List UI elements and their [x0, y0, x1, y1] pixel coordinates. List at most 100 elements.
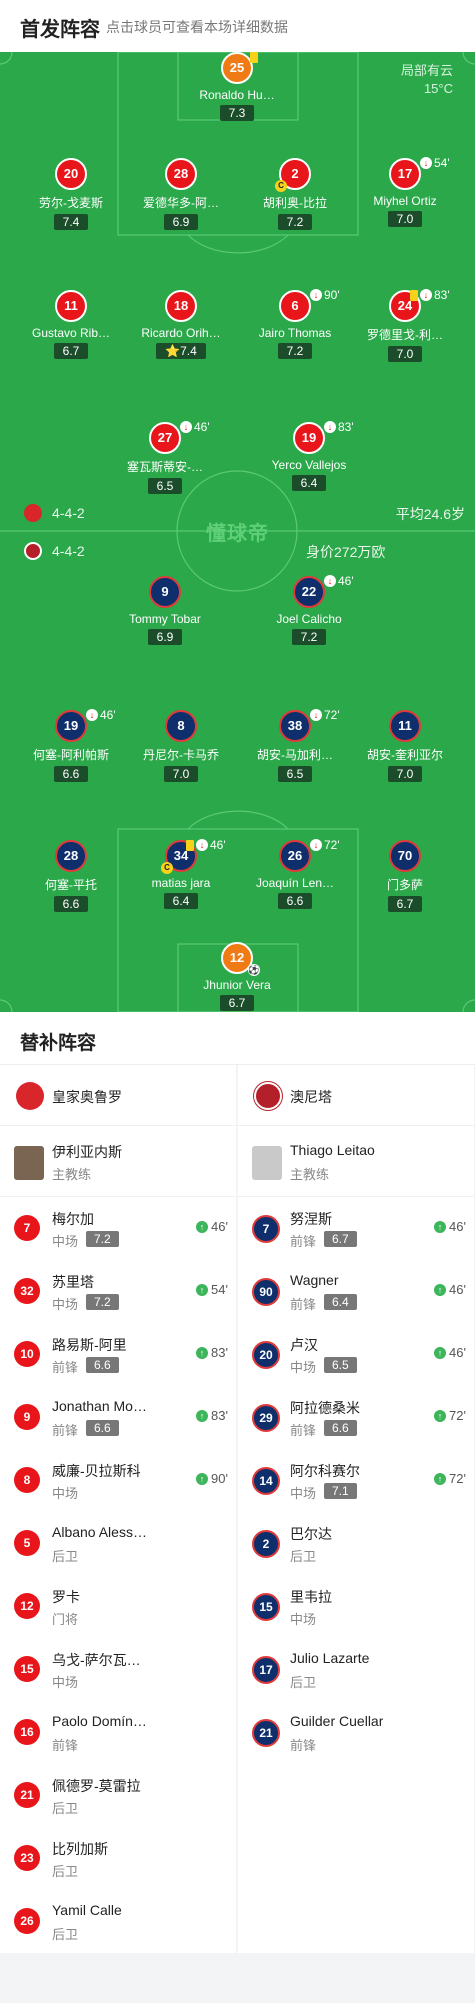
sub-in-icon: ↑ [434, 1283, 447, 1296]
player-number-badge: 17 [252, 1656, 280, 1684]
home-player-17[interactable]: 17 ↓ 54' Miyhel Ortiz 7.0 [350, 156, 460, 228]
home-player-18[interactable]: 18 Ricardo Orih… ⭐7.4 [126, 290, 236, 360]
player-number-badge: 21 [252, 1719, 280, 1747]
away-player-22[interactable]: 22 ↓ 46' Joel Calicho 7.2 [254, 574, 364, 646]
sub-out-icon: ↓ [310, 839, 322, 851]
sub-out-icon: ↓ [324, 421, 336, 433]
home-player-19[interactable]: 19 ↓ 83' Yerco Vallejos 6.4 [254, 420, 364, 492]
home-player-28[interactable]: 28 爱德华多-阿… 6.9 [126, 158, 236, 231]
home-player-24[interactable]: 24 ↓ 83' 罗德里戈-利… 7.0 [350, 288, 460, 363]
sub-in-icon: ↑ [434, 1346, 447, 1359]
captain-icon: C [275, 180, 287, 192]
home-substitute-row[interactable]: 7 梅尔加 中场 7.2 ↑ 46' [0, 1197, 236, 1260]
away-coach-row[interactable]: Thiago Leitao 主教练 [238, 1126, 474, 1197]
player-position: 后卫 [290, 1675, 317, 1690]
away-player-19[interactable]: 19 ↓ 46' 何塞-阿利帕斯 6.6 [16, 708, 126, 783]
sub-out-icon: ↓ [420, 289, 432, 301]
away-substitute-row[interactable]: 20 卢汉 中场 6.5 ↑ 46' [238, 1323, 474, 1386]
player-number-badge: 9 [14, 1404, 40, 1430]
away-crest-icon [24, 542, 42, 560]
player-position: 前锋 [52, 1360, 79, 1375]
player-name: Jairo Thomas [258, 326, 332, 340]
player-name: 塞瓦斯蒂安-… [127, 460, 203, 474]
away-player-12[interactable]: 12 ⚽ Jhunior Vera 6.7 [182, 942, 292, 1012]
yellow-card-icon [250, 52, 258, 68]
player-number-badge: 70 [389, 840, 421, 872]
away-substitute-row[interactable]: 17 Julio Lazarte 后卫 [238, 1638, 474, 1701]
player-rating: 6.7 [387, 896, 423, 912]
away-team-row[interactable]: 澳尼塔 [238, 1065, 474, 1126]
player-position: 后卫 [290, 1549, 317, 1564]
player-number-badge: 9 [149, 576, 181, 608]
player-name: Guilder Cuellar [290, 1713, 384, 1729]
away-substitute-row[interactable]: 15 里韦拉 中场 [238, 1575, 474, 1638]
player-rating: 7.4 [53, 214, 89, 230]
home-player-27[interactable]: 27 ↓ 46' 塞瓦斯蒂安-… 6.5 [110, 420, 220, 495]
lineup-title: 首发阵容 [20, 19, 100, 41]
home-substitute-row[interactable]: 10 路易斯-阿里 前锋 6.6 ↑ 83' [0, 1323, 236, 1386]
away-player-11[interactable]: 11 胡安-奎利亚尔 7.0 [350, 710, 460, 783]
player-rating: 6.5 [147, 478, 183, 494]
home-player-2[interactable]: 2C 胡利奥-比拉 7.2 [240, 158, 350, 231]
player-name: 卢汉 [290, 1337, 318, 1353]
away-substitute-row[interactable]: 29 阿拉德桑米 前锋 6.6 ↑ 72' [238, 1386, 474, 1449]
away-player-34[interactable]: 34 C ↓ 46' matias jara 6.4 [126, 838, 236, 910]
player-rating: 6.6 [324, 1420, 357, 1436]
away-player-70[interactable]: 70 门多萨 6.7 [350, 840, 460, 913]
player-position: 前锋 [290, 1423, 317, 1438]
home-substitute-row[interactable]: 12 罗卡 门将 [0, 1575, 236, 1638]
player-name: 胡安-奎利亚尔 [367, 748, 443, 762]
player-position: 中场 [52, 1234, 79, 1249]
player-rating: 7.2 [277, 343, 313, 359]
away-player-9[interactable]: 9 Tommy Tobar 6.9 [110, 576, 220, 646]
away-substitute-row[interactable]: 14 阿尔科赛尔 中场 7.1 ↑ 72' [238, 1449, 474, 1512]
sub-out-indicator: ↓ 72' [310, 838, 340, 852]
home-player-6[interactable]: 6 ↓ 90' Jairo Thomas 7.2 [240, 288, 350, 360]
player-name: 爱德华多-阿… [143, 196, 219, 210]
player-name: 里韦拉 [290, 1589, 332, 1605]
coach-name: Thiago Leitao [290, 1142, 375, 1158]
away-substitute-row[interactable]: 21 Guilder Cuellar 前锋 [238, 1701, 474, 1764]
player-number-badge: 28 [55, 840, 87, 872]
home-substitute-row[interactable]: 16 Paolo Domín… 前锋 [0, 1701, 236, 1764]
coach-avatar-placeholder [252, 1146, 282, 1180]
player-rating: 7.2 [86, 1294, 119, 1310]
coach-role: 主教练 [52, 1167, 92, 1182]
home-formation-label: 4-4-2 [52, 505, 85, 521]
away-market-value: 身价272万欧 [306, 544, 386, 560]
player-name: Miyhel Ortiz [373, 194, 437, 208]
home-substitute-row[interactable]: 15 乌戈-萨尔瓦… 中场 [0, 1638, 236, 1701]
player-number-badge: 12 [14, 1593, 40, 1619]
home-substitute-row[interactable]: 23 比列加斯 后卫 [0, 1827, 236, 1890]
away-substitute-row[interactable]: 2 巴尔达 后卫 [238, 1512, 474, 1575]
home-substitute-row[interactable]: 21 佩德罗-莫雷拉 后卫 [0, 1764, 236, 1827]
player-rating: 6.7 [324, 1231, 357, 1247]
away-player-28[interactable]: 28 何塞-平托 6.6 [16, 840, 126, 913]
home-player-20[interactable]: 20 劳尔-戈麦斯 7.4 [16, 158, 126, 231]
away-substitute-row[interactable]: 7 努涅斯 前锋 6.7 ↑ 46' [238, 1197, 474, 1260]
player-name: 阿拉德桑米 [290, 1400, 360, 1416]
home-team-row[interactable]: 皇家奥鲁罗 [0, 1065, 236, 1126]
player-name: Yamil Calle [52, 1902, 122, 1918]
away-player-38[interactable]: 38 ↓ 72' 胡安-马加利… 6.5 [240, 708, 350, 783]
player-number-badge: 22 [293, 576, 325, 608]
player-rating: ⭐7.4 [156, 343, 206, 359]
away-player-26[interactable]: 26 ↓ 72' Joaquín Len… 6.6 [240, 838, 350, 910]
watermark-logo: 懂球帝 [206, 523, 269, 545]
home-coach-row[interactable]: 伊利亚内斯 主教练 [0, 1126, 236, 1197]
home-substitute-row[interactable]: 5 Albano Aless… 后卫 [0, 1512, 236, 1575]
home-substitute-row[interactable]: 26 Yamil Calle 后卫 [0, 1890, 236, 1953]
home-player-11[interactable]: 11 Gustavo Rib… 6.7 [16, 290, 126, 360]
sub-in-icon: ↑ [196, 1409, 209, 1422]
player-rating: 7.2 [291, 629, 327, 645]
pitch: 局部有云 15°C 懂球帝 4-4-2 平均24.6岁 4-4-2 身价272万… [0, 52, 475, 1012]
away-player-8[interactable]: 8 丹尼尔-卡马乔 7.0 [126, 710, 236, 783]
player-position: 中场 [52, 1486, 79, 1501]
home-substitute-row[interactable]: 9 Jonathan Mo… 前锋 6.6 ↑ 83' [0, 1386, 236, 1449]
home-avg-age: 平均24.6岁 [395, 506, 465, 522]
away-substitute-row[interactable]: 90 Wagner 前锋 6.4 ↑ 46' [238, 1260, 474, 1323]
home-player-25[interactable]: 25 Ronaldo Hu… 7.3 [182, 52, 292, 122]
home-substitute-row[interactable]: 32 苏里塔 中场 7.2 ↑ 54' [0, 1260, 236, 1323]
home-substitute-row[interactable]: 8 威廉-贝拉斯科 中场 ↑ 90' [0, 1449, 236, 1512]
player-number-badge: 20 [55, 158, 87, 190]
